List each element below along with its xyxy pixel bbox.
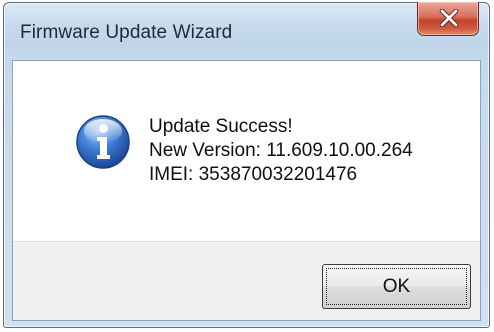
close-x-icon — [439, 9, 459, 27]
close-button[interactable] — [417, 2, 479, 36]
title-bar[interactable]: Firmware Update Wizard — [4, 2, 489, 59]
dialog-client-area: Update Success! New Version: 11.609.10.0… — [12, 60, 481, 321]
ok-button[interactable]: OK — [322, 264, 471, 309]
message-line-status: Update Success! — [149, 116, 293, 137]
information-icon — [76, 115, 130, 169]
button-bar: OK — [13, 241, 480, 320]
ok-button-label: OK — [382, 276, 411, 297]
message-line-version: New Version: 11.609.10.00.264 — [149, 140, 413, 161]
message-area: Update Success! New Version: 11.609.10.0… — [13, 61, 480, 241]
dialog-window: Firmware Update Wizard Update Success! N… — [3, 2, 490, 328]
message-line-imei: IMEI: 353870032201476 — [149, 164, 358, 185]
window-title: Firmware Update Wizard — [20, 22, 233, 43]
message-text: Update Success! New Version: 11.609.10.0… — [149, 115, 413, 187]
